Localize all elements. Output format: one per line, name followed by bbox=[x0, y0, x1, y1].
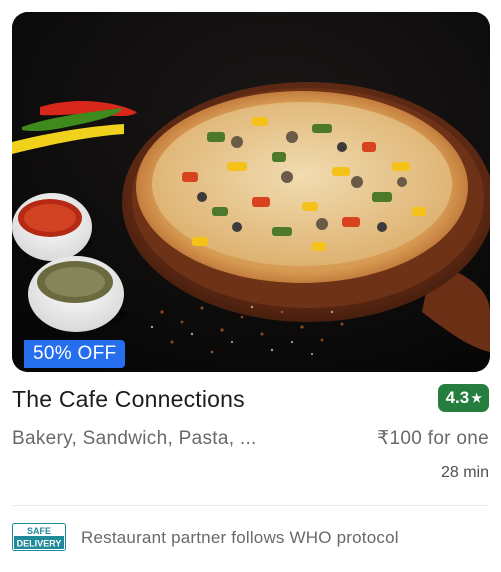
delivery-time: 28 min bbox=[440, 464, 489, 481]
cuisine-list: Bakery, Sandwich, Pasta, ... bbox=[12, 428, 257, 449]
divider bbox=[12, 505, 489, 506]
price-for-one: ₹100 for one bbox=[377, 428, 489, 449]
rating-badge: 4.3 ★ bbox=[437, 384, 489, 412]
delivery-label: DELIVERY bbox=[17, 539, 62, 549]
rating-value: 4.3 bbox=[445, 388, 470, 407]
safety-protocol-text: Restaurant partner follows WHO protocol bbox=[81, 528, 399, 547]
pizza-image bbox=[12, 12, 490, 372]
safe-delivery-icon: SAFE DELIVERY bbox=[12, 523, 66, 551]
safe-label: SAFE bbox=[27, 526, 51, 536]
restaurant-photo[interactable]: 50% OFF bbox=[12, 12, 490, 372]
star-icon: ★ bbox=[471, 391, 482, 405]
restaurant-card[interactable]: 50% OFF The Cafe Connections 4.3 ★ Baker… bbox=[0, 0, 501, 572]
restaurant-name[interactable]: The Cafe Connections bbox=[12, 385, 245, 413]
offer-badge: 50% OFF bbox=[24, 340, 126, 368]
